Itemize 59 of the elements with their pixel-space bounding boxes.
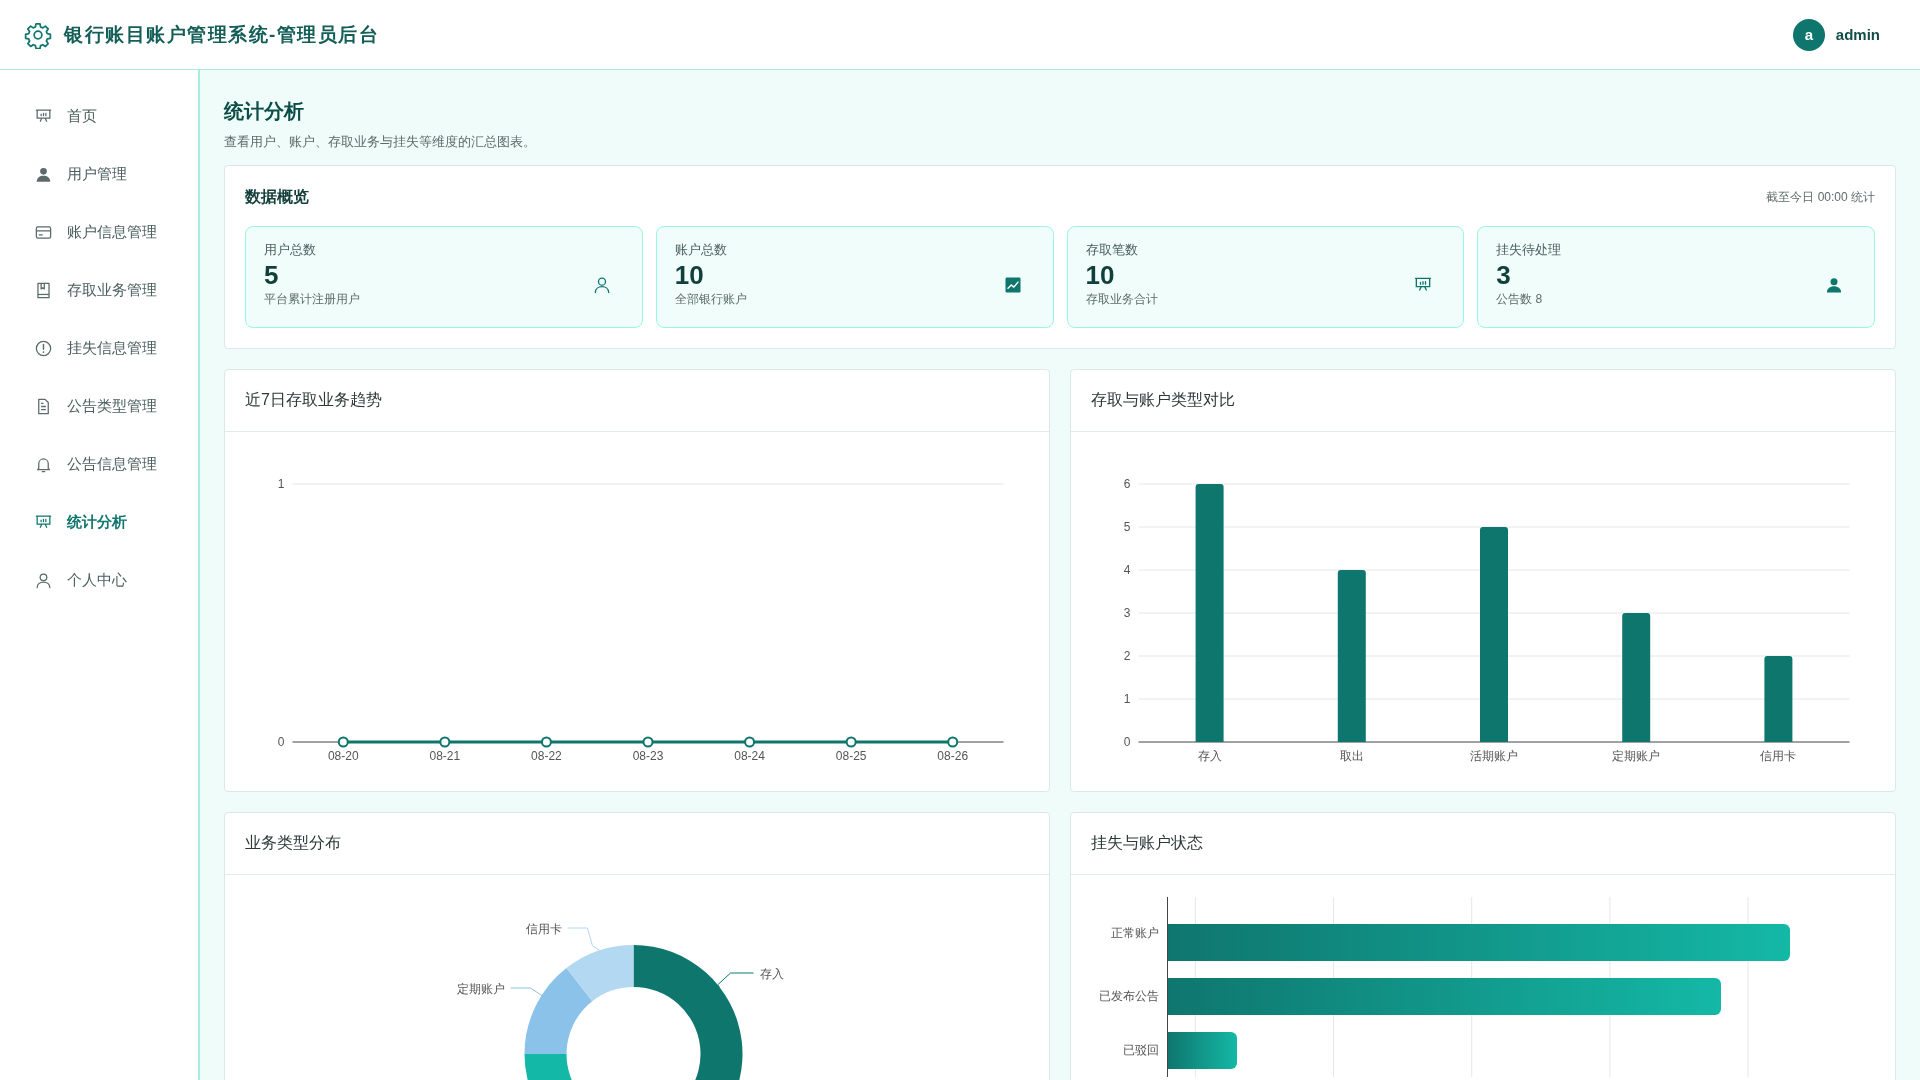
axis-tick-label: 0 (1123, 735, 1131, 749)
page-subtitle: 查看用户、账户、存取业务与挂失等维度的汇总图表。 (224, 133, 537, 151)
stat-label: 账户总数 (674, 241, 728, 259)
bar-label: 已驳回 (1122, 1041, 1160, 1059)
chart-title: 近7日存取业务趋势 (245, 390, 382, 410)
slice-label: 存入 (759, 967, 784, 981)
sidebar-item[interactable]: 账户信息管理 (0, 203, 198, 261)
axis-tick-label: 2 (1123, 649, 1131, 663)
slice-label: 定期账户 (456, 982, 505, 996)
stat-value: 5 (264, 259, 280, 291)
sidebar-item[interactable]: 存取业务管理 (0, 261, 198, 319)
axis-category-label: 08-24 (734, 749, 765, 763)
page-title: 统计分析 (224, 99, 305, 124)
axis-category-label: 08-25 (835, 749, 867, 763)
axis-tick-label: 1 (277, 477, 285, 491)
stat-caption: 平台累计注册用户 (264, 291, 360, 307)
sidebar-item[interactable]: 用户管理 (0, 145, 198, 203)
axis-category-label: 信用卡 (1760, 749, 1797, 763)
axis-tick-label: 5 (1123, 520, 1131, 534)
stat-label: 存取笔数 (1085, 241, 1139, 259)
stat-label: 挂失待处理 (1496, 241, 1562, 259)
axis-tick-label: 1 (1123, 692, 1131, 706)
chart-title: 存取与账户类型对比 (1091, 390, 1235, 410)
stat-value: 10 (1085, 259, 1116, 291)
axis-tick-label: 6 (1123, 477, 1131, 491)
axis-category-label: 08-26 (937, 749, 969, 763)
sidebar-item[interactable]: 公告信息管理 (0, 435, 198, 493)
axis-category-label: 定期账户 (1612, 749, 1661, 763)
user-name[interactable]: admin (1835, 26, 1880, 43)
sidebar-item[interactable]: 统计分析 (0, 493, 198, 551)
axis-category-label: 08-20 (327, 749, 359, 763)
bar-label: 已发布公告 (1098, 987, 1160, 1005)
axis-tick-label: 0 (277, 735, 285, 749)
axis-category-label: 存入 (1197, 749, 1222, 763)
sidebar-item[interactable]: 挂失信息管理 (0, 319, 198, 377)
section-title: 数据概览 (245, 186, 309, 207)
stat-value: 3 (1496, 259, 1512, 291)
axis-category-label: 08-21 (429, 749, 461, 763)
axis-category-label: 08-22 (531, 749, 562, 763)
timestamp-note: 截至今日 00:00 统计 (1766, 188, 1875, 206)
axis-tick-label: 3 (1123, 606, 1131, 620)
axis-category-label: 08-23 (632, 749, 664, 763)
stat-value: 10 (674, 259, 705, 291)
avatar[interactable]: a (1792, 18, 1825, 51)
stat-caption: 公告数 8 (1496, 291, 1544, 307)
stat-label: 用户总数 (264, 241, 317, 259)
sidebar-item[interactable]: 个人中心 (0, 551, 198, 609)
chart-title: 业务类型分布 (245, 833, 341, 853)
sidebar-item[interactable]: 首页 (0, 87, 198, 145)
stat-caption: 存取业务合计 (1085, 291, 1158, 307)
stat-caption: 全部银行账户 (674, 291, 747, 307)
axis-category-label: 取出 (1339, 749, 1364, 763)
app-title: 银行账目账户管理系统-管理员后台 (64, 22, 380, 47)
sidebar-item[interactable]: 公告类型管理 (0, 377, 198, 435)
bar-label: 正常账户 (1110, 924, 1160, 942)
slice-label: 信用卡 (525, 922, 562, 936)
axis-tick-label: 4 (1123, 563, 1131, 577)
chart-title: 挂失与账户状态 (1091, 833, 1203, 853)
axis-category-label: 活期账户 (1470, 749, 1518, 763)
